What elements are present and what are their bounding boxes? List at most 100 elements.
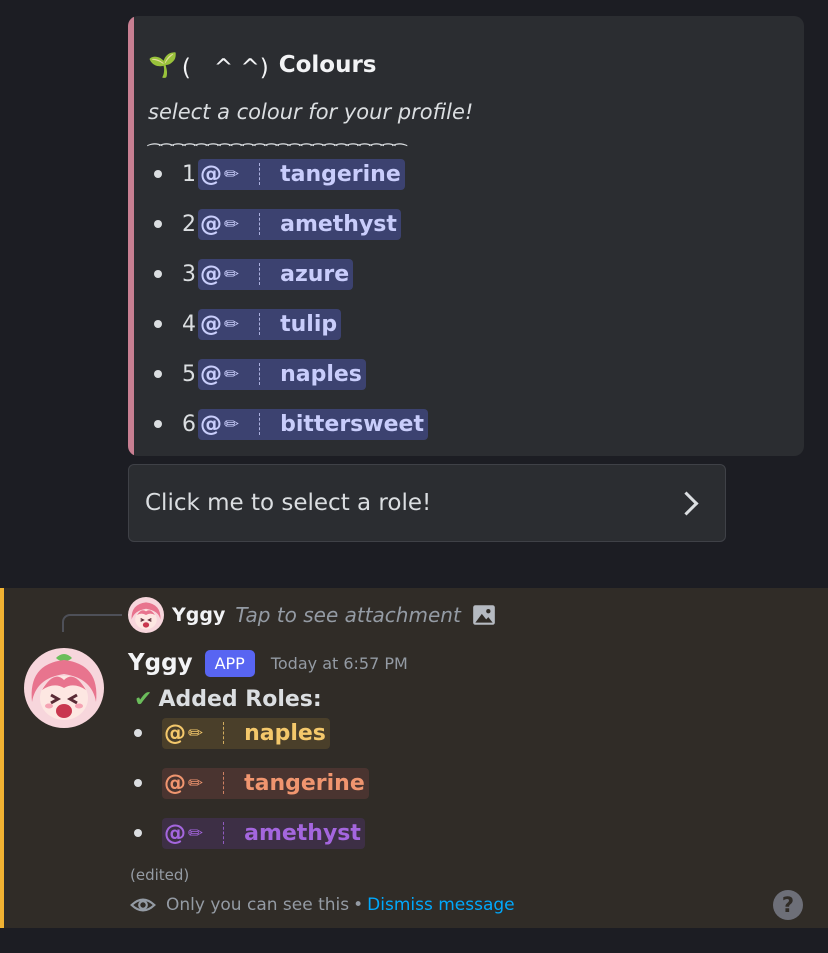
list-item: @ ✏ tangerine [130, 766, 369, 800]
at-sign: @ [200, 411, 222, 437]
role-mention-tangerine[interactable]: @ ✏ tangerine [198, 158, 405, 190]
dashed-separator [259, 213, 261, 235]
bullet [154, 370, 162, 378]
added-roles-heading: ✔ Added Roles: [134, 682, 322, 716]
role-mention-naples[interactable]: @ ✏ naples [162, 717, 330, 749]
list-item: 3 @ ✏ azure [148, 258, 354, 290]
reply-preview[interactable]: Yggy Tap to see attachment [128, 597, 497, 633]
reply-avatar [128, 597, 164, 633]
bullet [154, 320, 162, 328]
list-item: 4 @ ✏ tulip [148, 308, 342, 340]
role-name: amethyst [280, 211, 397, 237]
embed-title-text: Colours [278, 52, 377, 78]
app-badge: APP [204, 649, 255, 677]
reply-text[interactable]: Tap to see attachment [235, 603, 460, 627]
pencil-icon: ✏ [224, 263, 240, 285]
at-sign: @ [200, 161, 222, 187]
item-number: 1 [182, 161, 196, 187]
ephemeral-notice: Only you can see this • Dismiss message [130, 891, 515, 919]
embed-title-face: ( ^ ^) [181, 55, 269, 81]
message-header: Yggy APP Today at 6:57 PM [128, 646, 408, 680]
dashed-separator [223, 772, 225, 794]
dashed-separator [259, 313, 261, 335]
item-number: 5 [182, 361, 196, 387]
list-item: 5 @ ✏ naples [148, 358, 366, 390]
role-mention-tangerine[interactable]: @ ✏ tangerine [162, 767, 369, 799]
author-name[interactable]: Yggy [128, 650, 193, 676]
heading-text: Added Roles: [158, 686, 322, 712]
list-item: @ ✏ amethyst [130, 816, 365, 850]
dismiss-message-link[interactable]: Dismiss message [367, 895, 514, 915]
bullet [134, 729, 142, 737]
at-sign: @ [200, 311, 222, 337]
sprout-icon: 🌱 [148, 51, 178, 79]
dashed-separator [259, 413, 261, 435]
pencil-icon: ✏ [224, 363, 240, 385]
role-mention-amethyst[interactable]: @ ✏ amethyst [162, 817, 365, 849]
role-name: amethyst [244, 820, 361, 846]
role-name: tangerine [280, 161, 401, 187]
at-sign: @ [200, 211, 222, 237]
role-name: naples [280, 361, 362, 387]
role-name: azure [280, 261, 350, 287]
list-item: 1 @ ✏ tangerine [148, 158, 405, 190]
item-number: 3 [182, 261, 196, 287]
pencil-icon: ✏ [188, 772, 204, 794]
embed-card: 🌱 ( ^ ^) Colours select a colour for you… [128, 16, 804, 456]
dashed-separator [259, 263, 261, 285]
embed-accent-bar [128, 16, 134, 456]
image-icon [472, 605, 495, 625]
at-sign: @ [200, 361, 222, 387]
bullet [154, 170, 162, 178]
role-name: bittersweet [280, 411, 424, 437]
item-number: 6 [182, 411, 196, 437]
at-sign: @ [200, 261, 222, 287]
pencil-icon: ✏ [224, 313, 240, 335]
embed-title: 🌱 ( ^ ^) Colours [148, 48, 376, 82]
role-mention-azure[interactable]: @ ✏ azure [198, 258, 354, 290]
help-button[interactable]: ? [773, 890, 803, 920]
chevron-right-icon [674, 490, 699, 516]
eye-icon [130, 898, 156, 912]
at-sign: @ [164, 720, 186, 746]
list-item: 2 @ ✏ amethyst [148, 208, 401, 240]
avatar[interactable] [24, 648, 104, 728]
role-mention-naples[interactable]: @ ✏ naples [198, 358, 366, 390]
at-sign: @ [164, 770, 186, 796]
embed-subtitle: select a colour for your profile! [148, 100, 474, 124]
item-number: 4 [182, 311, 196, 337]
bullet [154, 220, 162, 228]
pencil-icon: ✏ [188, 722, 204, 744]
role-mention-amethyst[interactable]: @ ✏ amethyst [198, 208, 401, 240]
separator-dot: • [353, 895, 364, 915]
pencil-icon: ✏ [224, 413, 240, 435]
role-name: naples [244, 720, 326, 746]
dashed-separator [223, 822, 225, 844]
item-number: 2 [182, 211, 196, 237]
role-mention-bittersweet[interactable]: @ ✏ bittersweet [198, 408, 428, 440]
dashed-separator [223, 722, 225, 744]
list-item: @ ✏ naples [130, 716, 330, 750]
list-item: 6 @ ✏ bittersweet [148, 408, 428, 440]
edited-label: (edited) [130, 866, 190, 884]
bullet [134, 779, 142, 787]
bullet [154, 420, 162, 428]
ephemeral-message: Yggy Tap to see attachment Yggy APP Toda… [0, 588, 828, 928]
highlight-bar [0, 588, 4, 928]
reply-author[interactable]: Yggy [172, 604, 225, 626]
ephemeral-text: Only you can see this [166, 895, 350, 915]
role-select-menu[interactable]: Click me to select a role! [128, 464, 726, 542]
reply-connector [62, 614, 122, 632]
role-name: tulip [280, 311, 338, 337]
dashed-separator [259, 363, 261, 385]
bullet [134, 829, 142, 837]
dashed-separator [259, 163, 261, 185]
role-name: tangerine [244, 770, 365, 796]
role-mention-tulip[interactable]: @ ✏ tulip [198, 308, 342, 340]
pencil-icon: ✏ [224, 213, 240, 235]
pencil-icon: ✏ [224, 163, 240, 185]
select-placeholder: Click me to select a role! [145, 490, 432, 516]
at-sign: @ [164, 820, 186, 846]
timestamp: Today at 6:57 PM [270, 653, 408, 673]
bullet [154, 270, 162, 278]
